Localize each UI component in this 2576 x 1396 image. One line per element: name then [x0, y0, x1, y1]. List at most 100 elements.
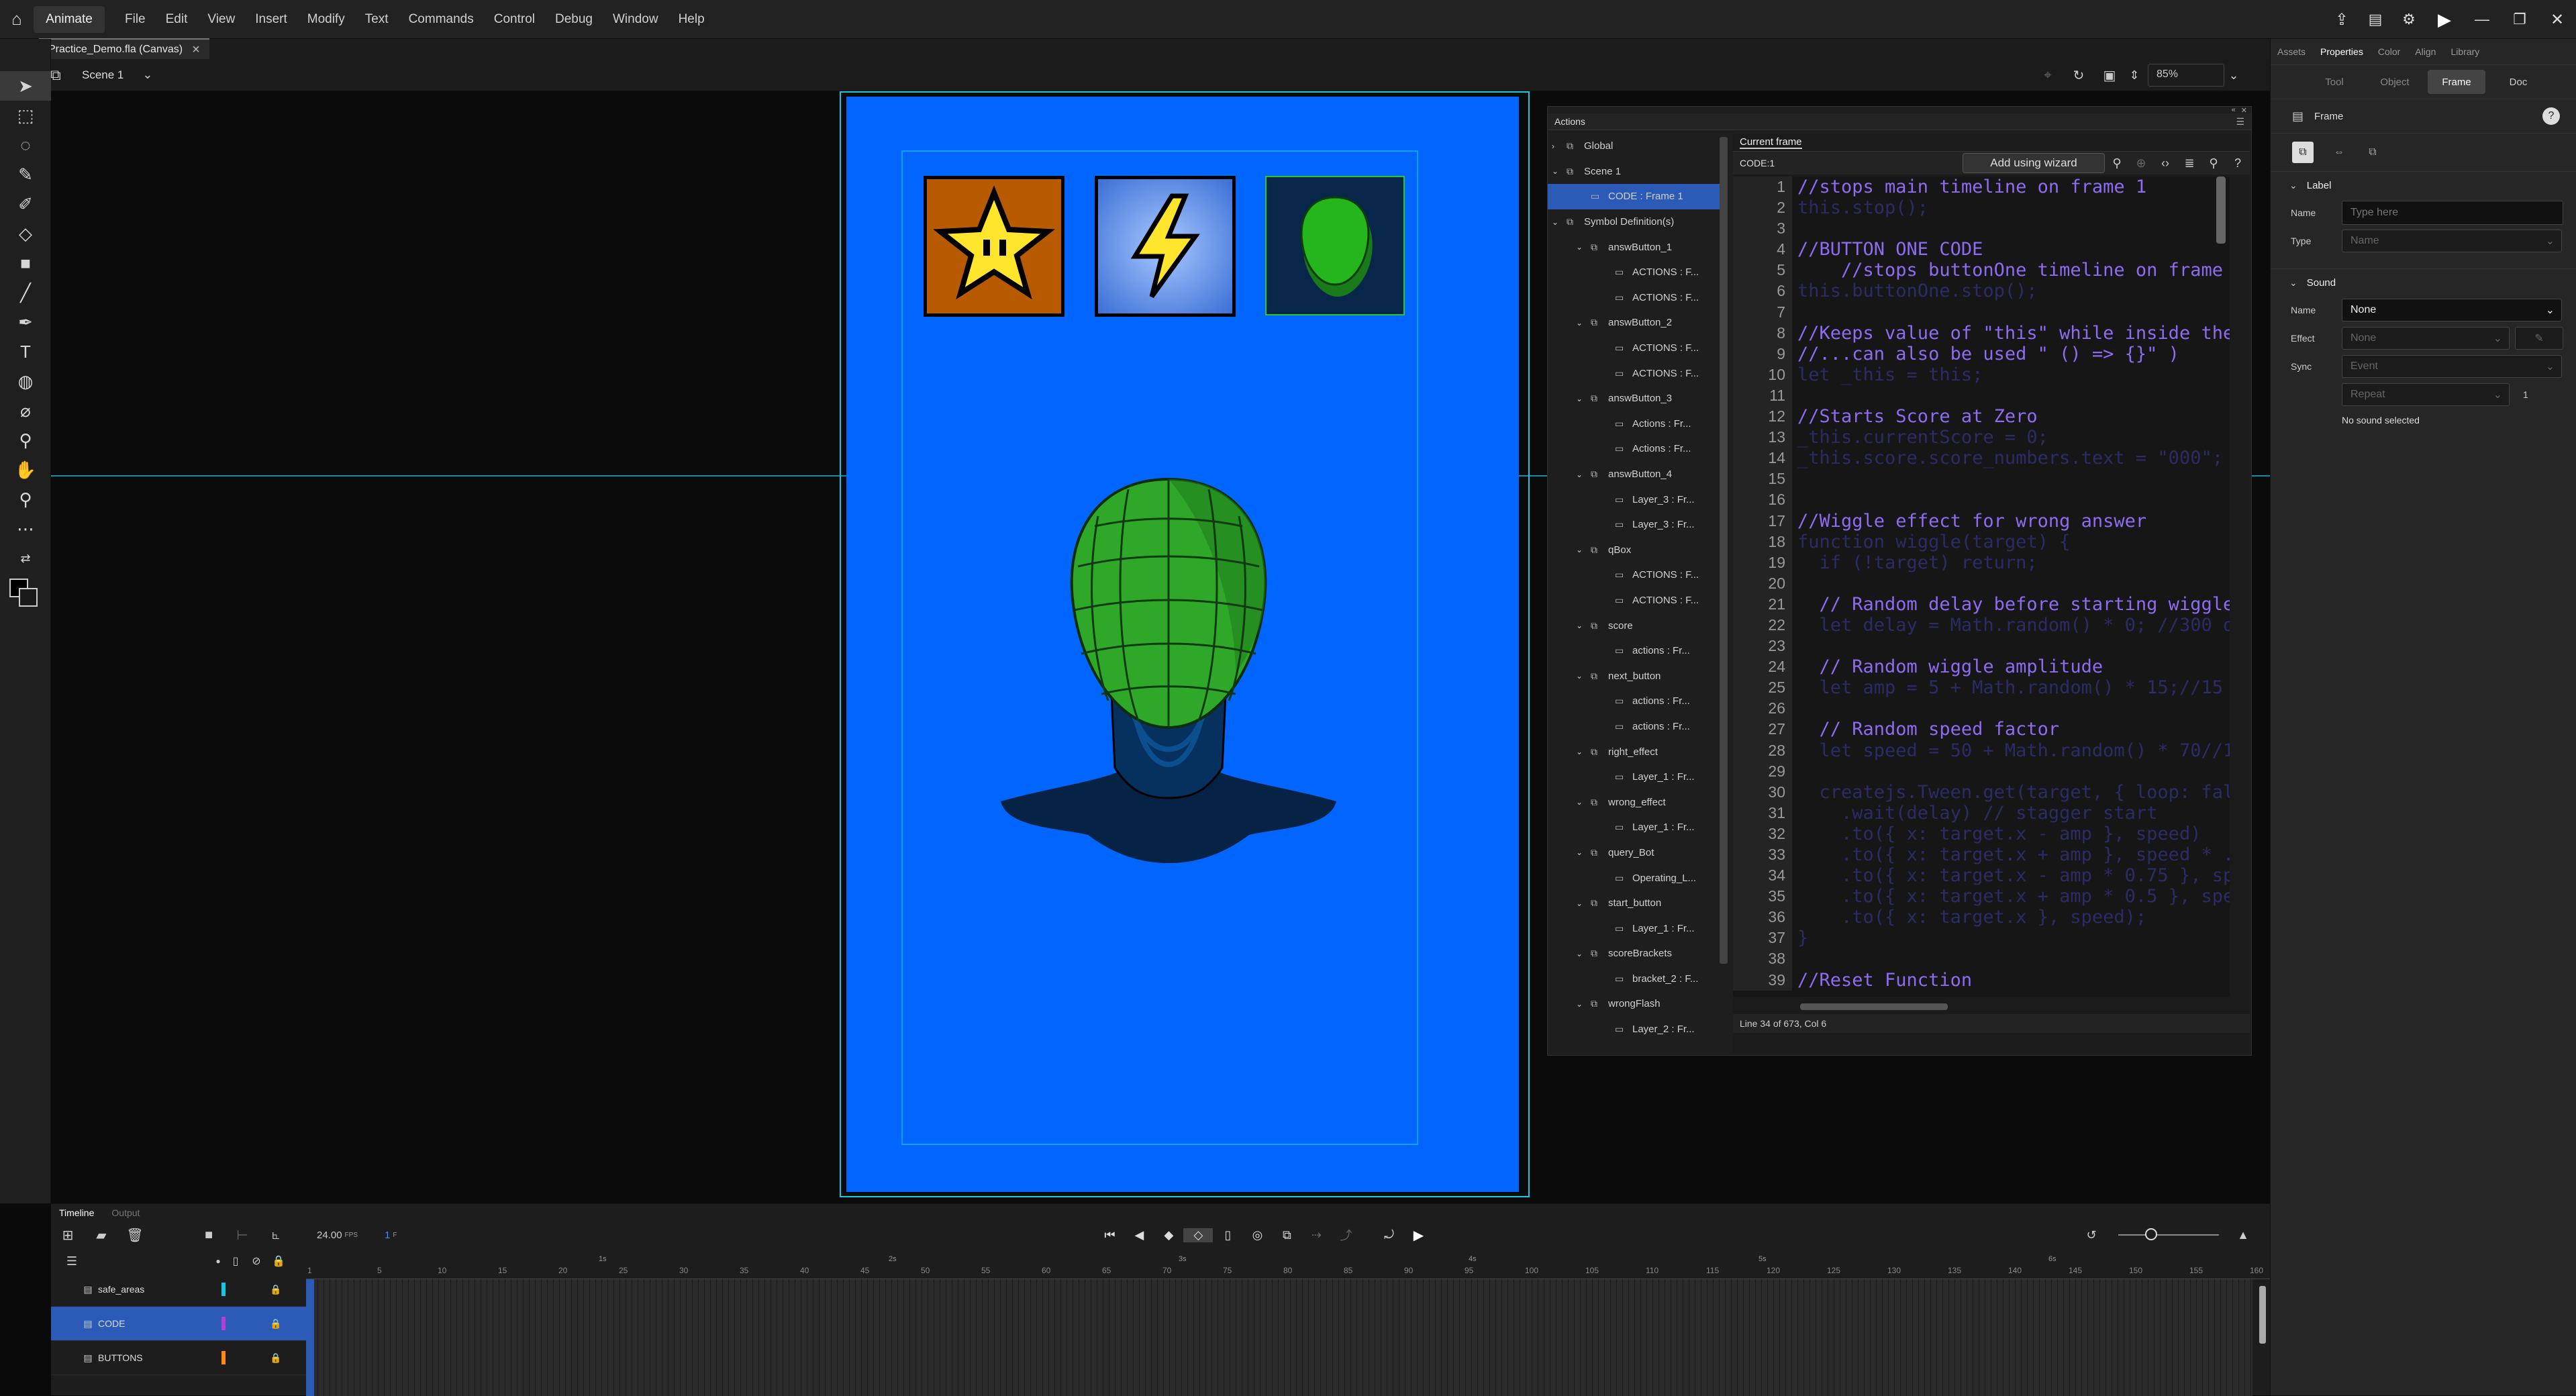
navigator-script-item[interactable]: ▭ ACTIONS : F... [1548, 285, 1721, 311]
chevron-down-icon[interactable]: ⌄ [1576, 242, 1591, 252]
fill-color-swatch[interactable] [19, 588, 38, 607]
insert-keyframe-icon[interactable]: ◆ [1154, 1228, 1183, 1242]
zoom-tool-icon[interactable]: ⚲ [0, 485, 51, 514]
layer-lock-icon[interactable]: 🔒 [266, 1352, 286, 1364]
document-tab[interactable]: Practice_Demo.fla (Canvas) × [39, 38, 209, 60]
navigator-item[interactable]: ⌄ ⧉ wrongFlash [1548, 991, 1721, 1017]
navigator-item[interactable]: ⌄ ⧉ answButton_1 [1548, 234, 1721, 260]
layer-color-swatch[interactable] [221, 1317, 226, 1330]
code-line[interactable]: .to({ x: target.x - amp * 0.75 }, spe [1797, 865, 2230, 886]
code-line[interactable]: let _this = this; [1797, 364, 2230, 385]
navigator-scrollbar[interactable] [1720, 137, 1728, 964]
label-name-input[interactable] [2342, 201, 2563, 225]
layer-lock-icon[interactable]: 🔒 [266, 1318, 286, 1330]
code-line[interactable]: // Random wiggle amplitude [1797, 656, 2230, 677]
navigator-script-item[interactable]: ▭ Actions : Fr... [1548, 436, 1721, 462]
code-line[interactable]: .wait(delay) // stagger start [1797, 803, 2230, 824]
add-using-wizard-button[interactable]: Add using wizard [1963, 153, 2105, 173]
menu-modify[interactable]: Modify [307, 12, 345, 27]
chevron-down-icon[interactable]: ⌄ [1576, 318, 1591, 328]
workspace-button[interactable]: Animate [34, 5, 105, 33]
pin-script-icon[interactable]: ⚲ [2105, 156, 2129, 170]
navigator-item[interactable]: ⌄ ⧉ Symbol Definition(s) [1548, 209, 1721, 235]
menu-view[interactable]: View [207, 12, 235, 27]
frame-grid[interactable] [306, 1279, 2252, 1396]
menu-file[interactable]: File [125, 12, 146, 27]
star-answer-button[interactable] [924, 176, 1064, 317]
first-frame-icon[interactable]: ⏮ [1095, 1228, 1124, 1242]
navigator-script-item[interactable]: ▭ ACTIONS : F... [1548, 360, 1721, 386]
edit-sound-envelope-icon[interactable]: ✎ [2515, 327, 2563, 350]
find-icon[interactable]: ⚲ [2201, 156, 2226, 170]
restore-icon[interactable]: ❐ [2501, 11, 2538, 28]
code-line[interactable] [1797, 636, 2230, 656]
code-line[interactable]: //...can also be used " () => {}" ) [1797, 344, 2230, 364]
new-folder-icon[interactable]: ▰ [85, 1227, 118, 1244]
code-line[interactable]: function wiggle(target) { [1797, 532, 2230, 552]
navigator-item[interactable]: ⌄ ⧉ qBox [1548, 538, 1721, 563]
pen-tool-icon[interactable]: ✒ [0, 307, 51, 337]
sound-repeat-count[interactable]: 1 [2523, 389, 2528, 400]
collapse-panel-icon[interactable]: « [2232, 106, 2236, 114]
code-line[interactable] [1797, 385, 2230, 406]
layer-name[interactable]: safe_areas [98, 1284, 221, 1295]
code-line[interactable] [1797, 698, 2230, 719]
chevron-down-icon[interactable]: ⌄ [1576, 671, 1591, 681]
text-tool-icon[interactable]: T [0, 337, 51, 366]
layer-name[interactable]: CODE [98, 1318, 221, 1329]
color-swatches[interactable] [0, 573, 51, 613]
close-tab-icon[interactable]: × [192, 42, 200, 58]
current-frame-tab[interactable]: Current frame [1740, 136, 1802, 149]
shape-tween-icon[interactable]: ⧉ [2362, 142, 2383, 163]
free-transform-tool-icon[interactable]: ⬚ [0, 101, 51, 130]
menu-debug[interactable]: Debug [555, 12, 593, 27]
play-icon[interactable]: ▶ [1403, 1227, 1433, 1244]
navigator-item[interactable]: ⌄ ⧉ answButton_2 [1548, 310, 1721, 336]
navigator-script-item[interactable]: ▭ Layer_1 : Fr... [1548, 815, 1721, 840]
onion-skin-icon[interactable]: ◎ [1242, 1228, 1272, 1242]
zoom-slider-thumb[interactable] [2145, 1228, 2157, 1240]
home-icon[interactable]: ⌂ [0, 0, 34, 39]
navigator-item[interactable]: ⌄ ⧉ Scene 1 [1548, 159, 1721, 185]
tween-icon[interactable]: ⇢ [1301, 1228, 1331, 1242]
code-line[interactable]: let speed = 50 + Math.random() * 70//10 [1797, 740, 2230, 761]
navigator-script-item[interactable]: ▭ Layer_1 : Fr... [1548, 764, 1721, 790]
chevron-down-icon[interactable]: ⌄ [142, 68, 152, 82]
menu-edit[interactable]: Edit [166, 12, 188, 27]
stage[interactable] [846, 97, 1519, 1192]
rectangle-tool-icon[interactable]: ■ [0, 248, 51, 278]
layer-color-swatch[interactable] [221, 1351, 226, 1364]
code-line[interactable]: .to({ x: target.x - amp }, speed) [1797, 824, 2230, 844]
code-line[interactable]: .to({ x: target.x + amp }, speed * . [1797, 844, 2230, 865]
close-window-icon[interactable]: ✕ [2538, 10, 2576, 30]
code-line[interactable]: if (!target) return; [1797, 552, 2230, 573]
navigator-script-item[interactable]: ▭ Layer_2 : Fr... [1548, 1017, 1721, 1042]
navigator-item[interactable]: ⌄ ⧉ answButton_4 [1548, 462, 1721, 487]
tab-library[interactable]: Library [2450, 46, 2479, 57]
code-line[interactable]: _this.currentScore = 0; [1797, 427, 2230, 448]
chevron-down-icon[interactable]: ⌄ [1576, 545, 1591, 554]
collapse-sound-icon[interactable]: ⌄ [2289, 277, 2297, 289]
publish-icon[interactable]: ▤ [2359, 11, 2392, 28]
subtab-tool[interactable]: Tool [2311, 70, 2358, 94]
layer-row[interactable]: ▤ BUTTONS 🔒 [51, 1341, 306, 1375]
label-type-select[interactable]: Name ⌄ [2342, 230, 2562, 252]
layer-name[interactable]: BUTTONS [98, 1352, 221, 1363]
code-line[interactable]: createjs.Tween.get(target, { loop: fals [1797, 782, 2230, 803]
clip-content-icon[interactable]: ▣ [2094, 67, 2125, 84]
navigator-script-item[interactable]: ▭ ACTIONS : F... [1548, 588, 1721, 613]
tab-assets[interactable]: Assets [2277, 46, 2306, 57]
navigator-script-item[interactable]: ▭ actions : Fr... [1548, 638, 1721, 664]
share-icon[interactable]: ⇪ [2325, 10, 2359, 30]
layer-lock-icon[interactable]: 🔒 [266, 1284, 286, 1295]
code-line[interactable]: let amp = 5 + Math.random() * 15;//15 c [1797, 677, 2230, 698]
code-line[interactable]: } [1797, 928, 2230, 948]
chevron-down-icon[interactable]: › [1552, 142, 1567, 151]
center-stage-icon[interactable]: ⌖ [2032, 68, 2063, 83]
zoom-stepper-icon[interactable]: ⇕ [2125, 68, 2144, 83]
frame-ruler[interactable]: 1 5 10 15 20 25 30 35 40 45 50 55 60 65 70 75 80 85 90 95 10… [306, 1255, 2270, 1279]
sound-repeat-select[interactable]: Repeat ⌄ [2342, 383, 2510, 406]
selection-tool-icon[interactable]: ➤ [0, 71, 51, 101]
code-line[interactable]: //Starts Score at Zero [1797, 406, 2230, 427]
navigator-item[interactable]: ⌄ ⧉ scoreBrackets [1548, 941, 1721, 966]
